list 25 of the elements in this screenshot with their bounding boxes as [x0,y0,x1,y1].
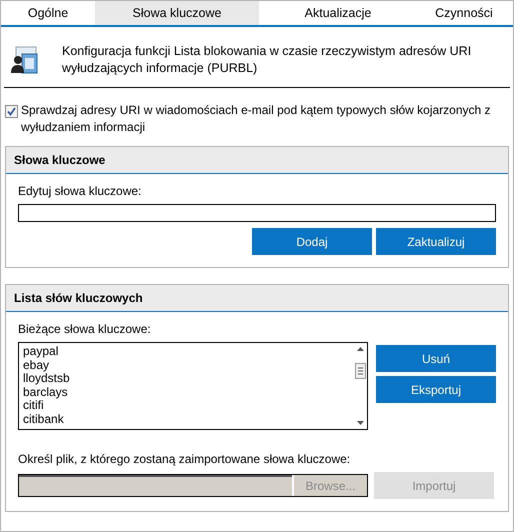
scrollbar-thumb[interactable] [354,363,366,379]
list-item[interactable]: barclays [23,386,349,400]
field-label: Edytuj słowa kluczowe: [18,184,142,198]
list-item[interactable]: paypal [23,345,349,359]
checkbox[interactable] [5,105,18,118]
field-label: Określ plik, z którego zostaną zaimportowane słowa kluczowe: [18,452,352,466]
section-title: Słowa kluczowe [6,147,508,174]
scroll-down-icon[interactable] [356,421,364,425]
button[interactable]: Zaktualizuj [376,228,496,255]
button[interactable]: Dodaj [252,228,372,255]
user-card-icon [10,45,40,75]
list-item[interactable]: citifi [23,399,349,413]
scroll-up-icon[interactable] [356,347,364,351]
keyword-list[interactable]: paypal ebay lloydstsb barclays citifi citibank [18,342,368,430]
list-item[interactable]: citibank [23,412,349,427]
checkbox-label: Sprawdzaj adresy URI w wiadomościach e-mail pod kątem typowych słów kojarzonych z wyłudzaniem informacji [21,102,492,136]
field-label: Bieżące słowa kluczowe: [18,322,152,336]
button[interactable]: Usuń [376,345,496,372]
button[interactable]: Eksportuj [376,376,496,403]
list-item[interactable]: lloydstsb [23,372,349,386]
header-text: Konfiguracja funkcji Lista blokowania w czasie rzeczywistym adresów URI wyłudzających informacje (PURBL) [62,43,472,77]
tab[interactable]: Słowa kluczowe [95,1,259,25]
input-field[interactable] [18,204,496,222]
section-title: Lista słów kluczowych [6,285,508,312]
list-item[interactable]: ebay [23,358,349,372]
